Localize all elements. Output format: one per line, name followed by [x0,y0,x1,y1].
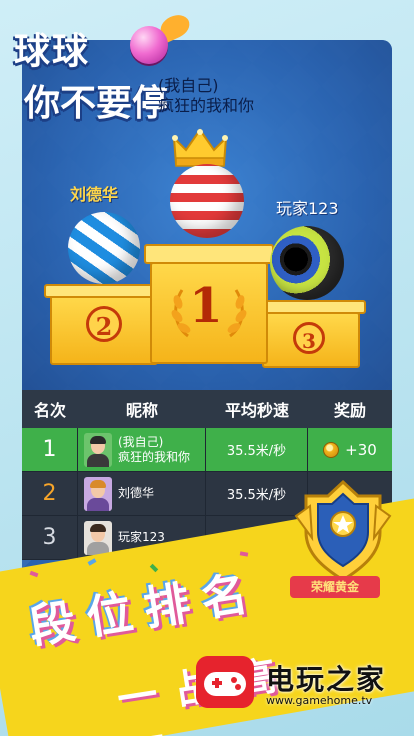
header-nickname: 昵称 [125,401,158,420]
red-striped-ball [170,164,244,238]
podium-second-top [44,284,164,298]
podium-third-top [256,300,366,314]
nickname-cell: (我自己) 疯狂的我和你 [78,428,206,471]
rank-cell: 2 [22,472,78,515]
nickname-line1: 刘德华 [118,486,155,500]
podium-number-3: 3 [293,322,325,354]
table-row[interactable]: 1 (我自己) 疯狂的我和你 35.5米/秒 +30 [22,428,392,472]
header-rank: 名次 [33,401,66,420]
badge-label: 荣耀黄金 [290,576,380,598]
blue-striped-ball [68,212,140,284]
podium-number-1: 1 [189,278,223,334]
table-header: 名次 昵称 平均秒速 奖励 [22,390,392,428]
crown-icon [172,128,228,167]
watermark-url: www.gamehome.tv [266,694,373,707]
nickname-cell: 刘德华 [78,472,206,515]
rank-cell: 3 [22,516,78,559]
logo-line-2: 你不要停 [24,83,169,124]
reward-value: +30 [345,440,377,459]
watermark-title: 电玩之家 [266,663,387,696]
rank-badge: 荣耀黄金 [288,476,398,626]
coin-icon [323,441,340,458]
first-place-label: (我自己) 疯狂的我和你 [158,76,288,116]
second-place-name: 刘德华 [70,185,119,204]
eye-ball [270,226,344,300]
speed-cell: 35.5米/秒 [206,428,308,471]
first-place-label-line2: 疯狂的我和你 [158,96,255,115]
screenshot-stage: 球球 你不要停 (我自己) 疯狂的我和你 刘德华 玩家123 2 1 3 名次 … [0,0,414,736]
third-place-name: 玩家123 [276,199,339,218]
header-speed: 平均秒速 [224,401,289,420]
nickname-line2: 疯狂的我和你 [118,449,191,464]
podium-first-top [144,244,274,264]
avatar [84,520,112,555]
header-reward: 奖励 [333,401,366,420]
podium-number-2: 2 [86,306,122,342]
gold-trophy-icon [294,479,392,582]
avatar [84,476,112,511]
gamepad-logo-icon [196,656,254,708]
nickname-line1: (我自己) [118,434,164,449]
pink-ball-icon [130,26,168,64]
logo-line-1: 球球 [14,31,91,72]
avatar [84,432,112,467]
rank-cell: 1 [22,428,78,471]
reward-cell: +30 [308,428,392,471]
watermark: 电玩之家 www.gamehome.tv [196,656,404,716]
first-place-label-line1: (我自己) [158,76,219,95]
game-logo: 球球 你不要停 [14,10,194,124]
